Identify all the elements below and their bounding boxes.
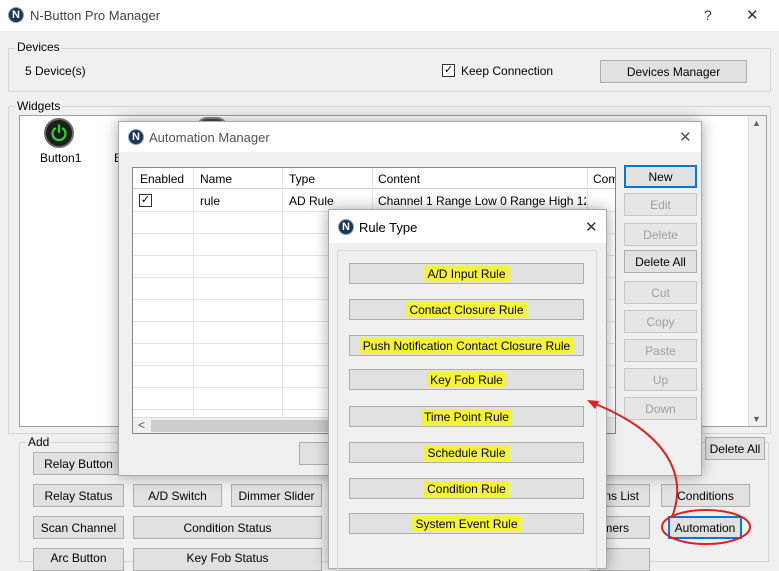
ad-input-rule-label: A/D Input Rule (424, 265, 509, 282)
condition-status-add[interactable]: Condition Status (133, 516, 322, 539)
rule-type-titlebar: N Rule Type ✕ (329, 210, 606, 243)
rule-paste-button[interactable]: Paste (624, 339, 697, 362)
rule-cut-button[interactable]: Cut (624, 281, 697, 304)
main-close-button[interactable]: ✕ (746, 6, 759, 24)
scroll-down-arrow-icon[interactable]: ▼ (752, 414, 761, 424)
rule-edit-button[interactable]: Edit (624, 193, 697, 216)
rule-delete-all-button[interactable]: Delete All (624, 250, 697, 273)
system-event-rule-label: System Event Rule (412, 515, 521, 532)
device-count: 5 Device(s) (25, 64, 86, 78)
push-notification-rule-label: Push Notification Contact Closure Rule (359, 337, 574, 354)
contact-closure-rule-button[interactable]: Contact Closure Rule (349, 299, 584, 320)
grid-col-divider (193, 168, 194, 418)
time-point-rule-button[interactable]: Time Point Rule (349, 406, 584, 427)
automation-button[interactable]: Automation (668, 516, 742, 539)
automation-titlebar: N Automation Manager ✕ (119, 122, 701, 152)
ad-switch-add[interactable]: A/D Switch (133, 484, 222, 507)
rule-down-button[interactable]: Down (624, 397, 697, 420)
devices-group-label: Devices (15, 40, 62, 54)
schedule-rule-button[interactable]: Schedule Rule (349, 442, 584, 463)
button1-power-icon[interactable] (44, 118, 74, 148)
button1-label: Button1 (40, 151, 82, 165)
row-content: Channel 1 Range Low 0 Range High 128 (378, 194, 586, 208)
main-titlebar: N N-Button Pro Manager ? ✕ (0, 0, 779, 31)
keep-connection-checkbox[interactable]: ✓ (442, 64, 455, 77)
row-enabled-checkbox[interactable]: ✓ (139, 194, 152, 207)
devices-manager-button[interactable]: Devices Manager (600, 60, 747, 83)
system-event-rule-button[interactable]: System Event Rule (349, 513, 584, 534)
rule-type-close-button[interactable]: ✕ (585, 218, 598, 236)
rule-up-button[interactable]: Up (624, 368, 697, 391)
col-enabled-header[interactable]: Enabled (140, 172, 184, 186)
delete-all-widgets-button[interactable]: Delete All (705, 437, 765, 460)
col-content-header[interactable]: Content (378, 172, 420, 186)
partial-bottom-button-1[interactable]: Arc Button (33, 548, 124, 571)
add-group-label: Add (26, 435, 52, 449)
col-type-header[interactable]: Type (289, 172, 315, 186)
automation-close-button[interactable]: ✕ (679, 128, 692, 146)
ad-input-rule-button[interactable]: A/D Input Rule (349, 263, 584, 284)
col-name-header[interactable]: Name (200, 172, 232, 186)
main-window-title: N-Button Pro Manager (30, 8, 161, 23)
widget-canvas-scrollbar[interactable] (748, 116, 766, 426)
key-fob-rule-label: Key Fob Rule (427, 371, 506, 388)
time-point-rule-label: Time Point Rule (421, 408, 512, 425)
row-type: AD Rule (289, 194, 334, 208)
scroll-up-arrow-icon[interactable]: ▲ (752, 118, 761, 128)
automation-window-title: Automation Manager (149, 130, 270, 145)
rule-new-button[interactable]: New (624, 165, 697, 188)
relay-status-add[interactable]: Relay Status (33, 484, 124, 507)
contact-closure-rule-label: Contact Closure Rule (406, 301, 527, 318)
scroll-left-arrow-icon[interactable]: < (138, 418, 145, 432)
rule-type-dialog: N Rule Type ✕ A/D Input Rule Contact Clo… (328, 209, 607, 570)
app-logo-icon: N (8, 7, 24, 23)
condition-rule-button[interactable]: Condition Rule (349, 478, 584, 499)
partial-bottom-button-2[interactable]: Key Fob Status (133, 548, 322, 571)
rule-type-logo-icon: N (338, 219, 354, 235)
scan-channel-add[interactable]: Scan Channel (33, 516, 124, 539)
row-name: rule (200, 194, 221, 208)
rule-copy-button[interactable]: Copy (624, 310, 697, 333)
grid-col-divider (282, 168, 283, 418)
push-notification-rule-button[interactable]: Push Notification Contact Closure Rule (349, 335, 584, 356)
widgets-group-label: Widgets (15, 99, 63, 113)
help-button[interactable]: ? (704, 7, 712, 23)
relay-button-add[interactable]: Relay Button (33, 452, 124, 475)
rule-type-title: Rule Type (359, 220, 418, 235)
schedule-rule-label: Schedule Rule (424, 444, 509, 461)
col-comment-header[interactable]: Comi (593, 172, 615, 186)
condition-rule-label: Condition Rule (424, 480, 509, 497)
key-fob-rule-button[interactable]: Key Fob Rule (349, 369, 584, 390)
automation-logo-icon: N (128, 129, 144, 145)
keep-connection-label: Keep Connection (461, 64, 554, 78)
rule-delete-button[interactable]: Delete (624, 223, 697, 246)
conditions-add[interactable]: Conditions (661, 484, 750, 507)
rules-grid-hscroll-thumb[interactable] (151, 420, 351, 432)
dimmer-slider-add[interactable]: Dimmer Slider (231, 484, 322, 507)
